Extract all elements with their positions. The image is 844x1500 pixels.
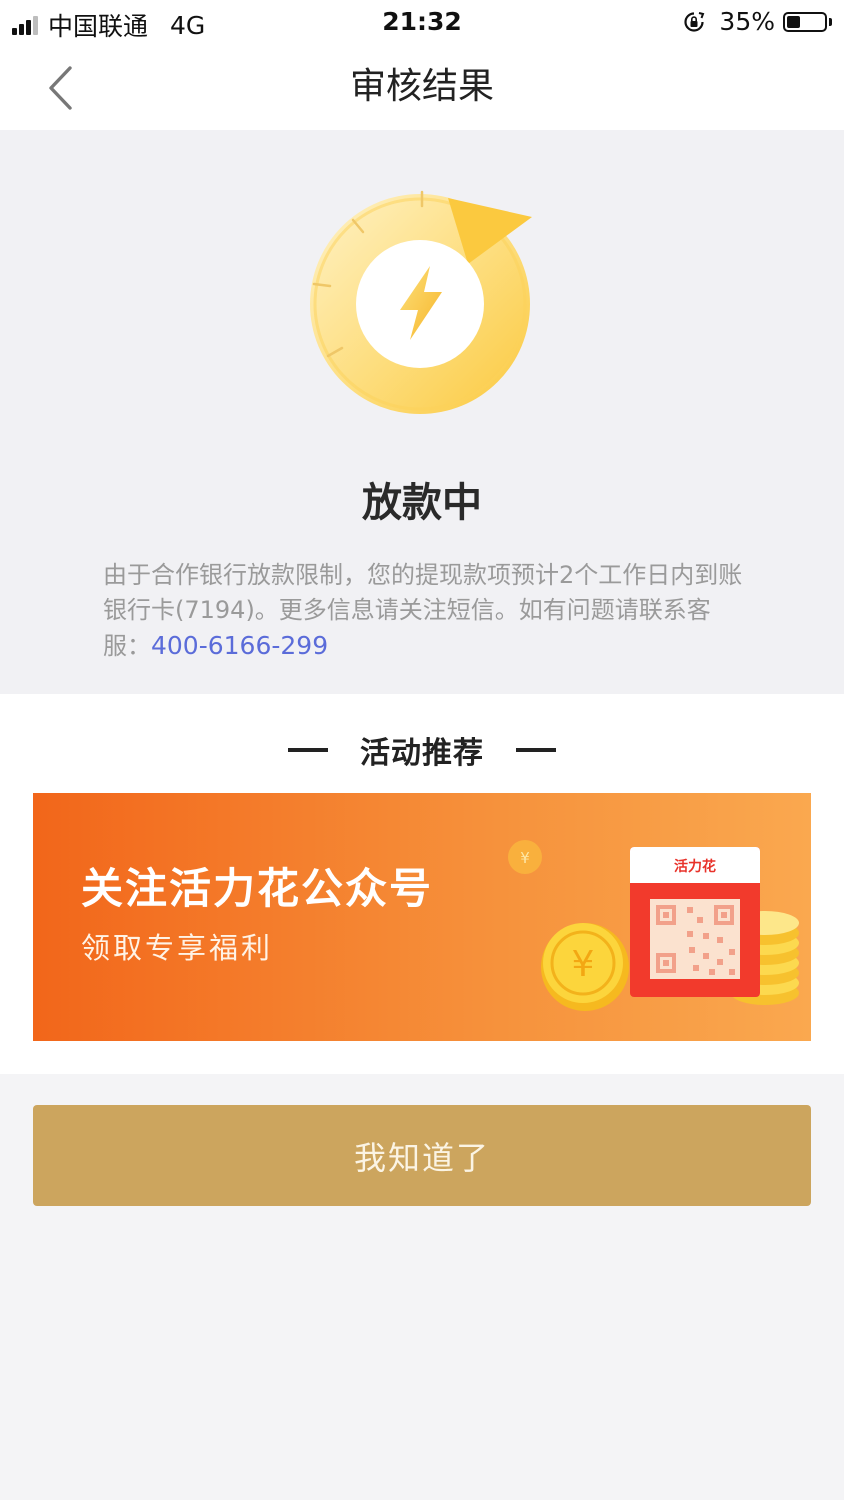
header-left-dash (288, 748, 328, 752)
activity-section-title: 活动推荐 (360, 736, 484, 771)
loan-status-section: 放款中 由于合作银行放款限制，您的提现款项预计2个工作日内到账银行卡(7194)… (0, 130, 844, 694)
battery-icon (783, 11, 827, 32)
yuan-coin-icon: ¥ (541, 923, 629, 1011)
follow-official-account-banner[interactable]: 关注活力花公众号 领取专享福利 ¥ 活力花 ¥ (33, 793, 811, 1041)
disbursing-clock-icon (310, 190, 532, 414)
status-bar-right: 35% (683, 7, 832, 36)
nav-bar: 审核结果 (0, 44, 844, 130)
customer-service-phone-link[interactable]: 400-6166-299 (151, 631, 328, 660)
battery-level-fill (787, 15, 800, 28)
page-title: 审核结果 (349, 66, 494, 107)
card-label: 活力花 (674, 858, 716, 875)
svg-text:¥: ¥ (572, 944, 595, 985)
rotation-lock-icon (684, 11, 705, 32)
status-title: 放款中 (362, 480, 482, 526)
activity-recommend-section: 活动推荐 关注活力花公众号 领取专享福利 ¥ 活力花 ¥ (0, 694, 844, 1074)
small-coin-icon: ¥ (508, 840, 542, 874)
svg-text:¥: ¥ (520, 849, 530, 867)
loan-status-page: 中国联通 4G 21:32 35% 审核结果 放款中 由于合作银行放款限制，您的… (0, 0, 844, 1500)
qr-card-coins-illustration: ¥ 活力花 ¥ (508, 840, 799, 1011)
banner-title: 关注活力花公众号 (81, 864, 434, 913)
activity-header: 活动推荐 (0, 730, 844, 771)
banner-subtitle: 领取专享福利 (81, 931, 274, 965)
battery-tip (829, 17, 832, 26)
status-description: 由于合作银行放款限制，您的提现款项预计2个工作日内到账银行卡(7194)。更多信… (103, 558, 753, 664)
battery-percent: 35% (719, 7, 775, 36)
confirm-button[interactable]: 我知道了 (33, 1105, 811, 1206)
status-bar: 中国联通 4G 21:32 35% (0, 0, 844, 44)
header-right-dash (516, 748, 556, 752)
qr-card-icon: 活力花 (630, 847, 760, 997)
